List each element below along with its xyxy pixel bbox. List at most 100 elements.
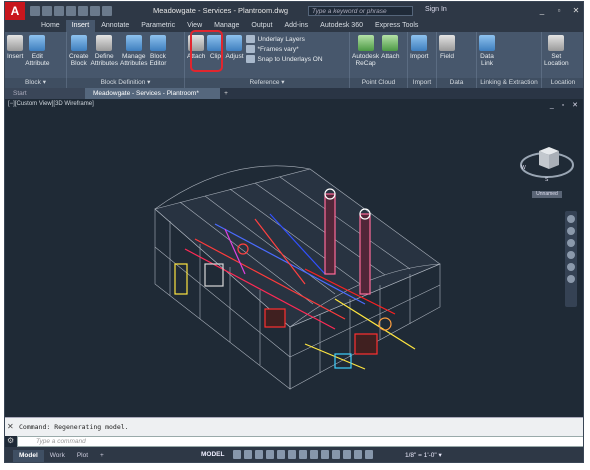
reference-option-label: Underlay Layers xyxy=(257,35,305,43)
tab-autodesk-360[interactable]: Autodesk 360 xyxy=(314,20,369,32)
pointcloud-attach-button[interactable]: Attach xyxy=(381,35,400,60)
drawing-viewport[interactable]: [−][Custom View][3D Wireframe] _ ▫ ✕ W S… xyxy=(5,99,583,417)
annotation-visibility-icon[interactable] xyxy=(354,450,362,459)
panel-title[interactable]: Linking & Extraction xyxy=(477,78,542,88)
underlay-option-icon xyxy=(245,45,255,53)
panel-title[interactable]: Point Cloud xyxy=(350,78,408,88)
new-tab-button[interactable]: + xyxy=(220,88,232,99)
layout-tabs: Model Work Plot + xyxy=(13,449,110,462)
app-logo-icon[interactable]: A xyxy=(5,2,25,20)
panel-title[interactable]: Reference ▾ xyxy=(185,78,350,88)
plot-icon[interactable] xyxy=(78,6,88,16)
tab-annotate[interactable]: Annotate xyxy=(95,20,135,32)
redo-icon[interactable] xyxy=(102,6,112,16)
gizmo-icon[interactable] xyxy=(343,450,351,459)
open-icon[interactable] xyxy=(42,6,52,16)
ucs-menu[interactable]: Unnamed xyxy=(532,191,562,198)
tool-label: Import xyxy=(410,53,429,60)
layout-tab-plot[interactable]: Plot xyxy=(71,450,94,462)
edit-attribute-button[interactable]: Edit Attribute xyxy=(25,35,49,67)
layout-tab-add[interactable]: + xyxy=(94,450,110,462)
minimize-icon[interactable]: _ xyxy=(535,5,549,16)
autoscale-icon[interactable] xyxy=(365,450,373,459)
tool-sublabel: Attributes xyxy=(90,60,118,67)
ortho-icon[interactable] xyxy=(255,450,263,459)
adjust-button[interactable]: Adjust xyxy=(225,35,244,60)
recap-button[interactable]: Autodesk ReCap xyxy=(352,35,379,67)
snap-icon[interactable] xyxy=(244,450,252,459)
steeringwheel-icon[interactable] xyxy=(567,215,575,223)
recap-icon xyxy=(357,35,374,51)
tab-drawing[interactable]: Meadowgate - Services - Plantroom* xyxy=(85,88,220,99)
panel-point-cloud: Autodesk ReCap Attach xyxy=(350,32,408,78)
tab-home[interactable]: Home xyxy=(35,20,66,32)
tab-start[interactable]: Start xyxy=(5,88,85,99)
panel-title[interactable]: Import xyxy=(408,78,437,88)
location-button[interactable]: Set Location xyxy=(544,35,569,67)
insert-block-button[interactable]: Insert xyxy=(7,35,23,60)
new-icon[interactable] xyxy=(30,6,40,16)
polar-icon[interactable] xyxy=(266,450,274,459)
block-editor-button[interactable]: Block Editor xyxy=(149,35,166,67)
svg-text:W: W xyxy=(521,165,526,171)
otrack-icon[interactable] xyxy=(299,450,307,459)
status-bar: Model Work Plot + MODEL 1/8" = 1'-0" ▾ xyxy=(5,447,583,462)
import-button[interactable]: Import xyxy=(410,35,428,60)
reference-option[interactable]: Underlay Layers xyxy=(245,35,323,43)
panel-title[interactable]: Location xyxy=(542,78,583,88)
selection-cycling-icon[interactable] xyxy=(332,450,340,459)
panel-data: Field xyxy=(437,32,477,78)
field-button[interactable]: Field xyxy=(439,35,455,60)
command-input[interactable]: Type a command xyxy=(17,436,583,447)
navbar-extra-icon[interactable] xyxy=(567,275,575,283)
reference-option[interactable]: *Frames vary* xyxy=(245,45,323,53)
panel-title[interactable]: Block Definition ▾ xyxy=(67,78,185,88)
maximize-icon[interactable]: ▫ xyxy=(552,5,566,16)
sign-in-link[interactable]: Sign In xyxy=(425,6,447,13)
ribbon-tabs: Home Insert Annotate Parametric View Manage Ou… xyxy=(5,20,583,32)
close-icon[interactable]: ✕ xyxy=(569,5,583,16)
panel-title[interactable]: Block ▾ xyxy=(5,78,67,88)
undo-icon[interactable] xyxy=(90,6,100,16)
reference-option-label: Snap to Underlays ON xyxy=(257,55,323,63)
osnap-icon[interactable] xyxy=(288,450,296,459)
isodraft-icon[interactable] xyxy=(277,450,285,459)
data-link-button[interactable]: Data Link xyxy=(479,35,495,67)
create-block-icon xyxy=(70,35,87,51)
close-command-icon[interactable]: ✕ xyxy=(7,422,14,431)
zoom-icon[interactable] xyxy=(567,239,575,247)
viewcube-icon[interactable]: W S xyxy=(517,129,577,189)
customize-command-icon[interactable]: ⚙ xyxy=(7,436,14,445)
search-input[interactable]: Type a keyword or phrase xyxy=(308,6,413,16)
showmotion-icon[interactable] xyxy=(567,263,575,271)
layout-tab-model[interactable]: Model xyxy=(13,449,44,462)
window-title: Meadowgate - Services - Plantroom.dwg xyxy=(153,6,289,15)
reference-options: Underlay Layers *Frames vary* Snap to Unde… xyxy=(245,35,323,63)
tab-express-tools[interactable]: Express Tools xyxy=(369,20,424,32)
grid-icon[interactable] xyxy=(233,450,241,459)
manage-attributes-button[interactable]: Manage Attributes xyxy=(120,35,147,67)
tab-add-ins[interactable]: Add-ins xyxy=(278,20,314,32)
save-as-icon[interactable] xyxy=(66,6,76,16)
adjust-icon xyxy=(226,35,243,51)
model-space-toggle[interactable]: MODEL xyxy=(201,451,224,458)
layout-tab-work[interactable]: Work xyxy=(44,450,71,462)
panel-title[interactable]: Data xyxy=(437,78,477,88)
panel-block: Insert Edit Attribute xyxy=(5,32,67,78)
lineweight-icon[interactable] xyxy=(310,450,318,459)
annotation-scale[interactable]: 1/8" = 1'-0" ▾ xyxy=(405,451,442,459)
pan-icon[interactable] xyxy=(567,227,575,235)
tab-insert[interactable]: Insert xyxy=(65,20,96,32)
reference-option[interactable]: Snap to Underlays ON xyxy=(245,55,323,63)
tab-output[interactable]: Output xyxy=(245,20,278,32)
reference-option-label: *Frames vary* xyxy=(257,45,299,53)
tool-label: Manage xyxy=(121,53,146,60)
save-icon[interactable] xyxy=(54,6,64,16)
create-block-button[interactable]: Create Block xyxy=(69,35,89,67)
tab-parametric[interactable]: Parametric xyxy=(135,20,181,32)
define-attributes-button[interactable]: Define Attributes xyxy=(91,35,118,67)
orbit-icon[interactable] xyxy=(567,251,575,259)
transparency-icon[interactable] xyxy=(321,450,329,459)
tool-label: Insert xyxy=(7,53,24,60)
panel-linking: Data Link xyxy=(477,32,542,78)
